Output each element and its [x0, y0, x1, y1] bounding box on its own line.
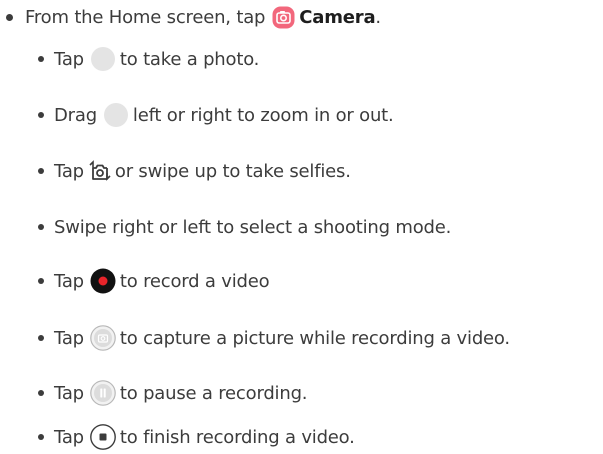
shutter-button-icon — [102, 101, 130, 129]
bullet — [6, 13, 13, 21]
substep-zoom: Drag left or right to zoom in or out. — [38, 100, 394, 130]
substep-pause-recording: Tap to pause a recording. — [38, 378, 308, 408]
capture-button-icon — [89, 324, 117, 352]
substep-capture-while-recording: Tap to capture a picture while recording… — [38, 323, 510, 353]
substep-text-before: Tap — [54, 48, 84, 70]
substep-record-video: Tap to record a video — [38, 266, 270, 296]
bullet — [38, 434, 44, 440]
substep-text-after: to finish recording a video. — [119, 426, 355, 448]
substep-shooting-mode: Swipe right or left to select a shooting… — [38, 212, 451, 242]
bullet — [38, 168, 44, 174]
substep-take-photo: Tap to take a photo. — [38, 44, 259, 74]
step-main-text-before: From the Home screen, tap — [25, 6, 266, 28]
substep-text-before: Tap — [54, 270, 84, 292]
switch-camera-icon — [88, 159, 112, 183]
pause-button-icon — [89, 379, 117, 407]
substep-text-after: or swipe up to take selfies. — [114, 160, 351, 182]
substep-text-before: Tap — [54, 160, 84, 182]
substep-text-after: to record a video — [119, 270, 270, 292]
stop-button-icon — [89, 423, 117, 451]
substep-text-before: Tap — [54, 382, 84, 404]
substep-selfie: Tap or swipe up to take selfies. — [38, 156, 351, 186]
shutter-button-icon — [89, 45, 117, 73]
bullet — [38, 278, 44, 284]
bullet — [38, 335, 44, 341]
substep-text-before: Tap — [54, 426, 84, 448]
substep-text-before: Drag — [54, 104, 97, 126]
substep-text-after: left or right to zoom in or out. — [132, 104, 394, 126]
bullet — [38, 390, 44, 396]
substep-text-before: Tap — [54, 327, 84, 349]
bullet — [38, 112, 44, 118]
record-button-icon — [89, 267, 117, 295]
substep-text: Swipe right or left to select a shooting… — [54, 216, 452, 238]
substep-text-after: to capture a picture while recording a v… — [119, 327, 510, 349]
step-main: From the Home screen, tap Camera . — [6, 2, 381, 32]
camera-app-name: Camera — [299, 6, 376, 28]
substep-text-after: to pause a recording. — [119, 382, 308, 404]
camera-app-icon — [272, 6, 295, 29]
bullet — [38, 224, 44, 230]
step-main-text-after: . — [375, 6, 381, 28]
substep-text-after: to take a photo. — [119, 48, 260, 70]
bullet — [38, 56, 44, 62]
substep-stop-recording: Tap to finish recording a video. — [38, 422, 355, 452]
